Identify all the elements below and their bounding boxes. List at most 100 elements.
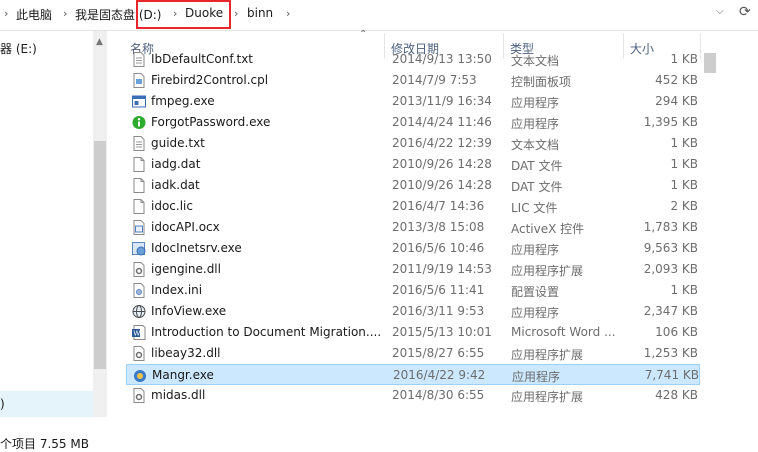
- file-row[interactable]: ForgotPassword.exe 2014/4/24 11:46 应用程序 1,3…: [126, 112, 700, 133]
- file-type: LIC 文件: [511, 201, 558, 215]
- breadcrumb-item-binn[interactable]: binn: [247, 6, 273, 20]
- file-type: ActiveX 控件: [511, 222, 585, 236]
- file-date-modified: 2013/11/9 16:34: [392, 94, 492, 108]
- file-row[interactable]: midas.dll 2014/8/30 6:55 应用程序扩展 428 KB: [126, 385, 700, 406]
- file-size: 1 KB: [670, 136, 698, 150]
- info-green-icon: [132, 115, 146, 130]
- ini-settings-icon: [132, 283, 146, 298]
- file-name: iadg.dat: [151, 157, 201, 171]
- text-file-icon: [132, 52, 146, 67]
- globe-app-icon: [132, 304, 146, 319]
- mangr-app-icon: [133, 368, 147, 383]
- file-size: 1,783 KB: [643, 220, 698, 234]
- file-row[interactable]: libeay32.dll 2015/8/27 6:55 应用程序扩展 1,253 KB: [126, 343, 700, 364]
- file-size: 7,741 KB: [644, 368, 699, 382]
- blank-file-icon: [132, 178, 146, 193]
- file-row[interactable]: idoc.lic 2016/4/7 14:36 LIC 文件 2 KB: [126, 196, 700, 217]
- file-name: guide.txt: [151, 136, 205, 150]
- file-date-modified: 2014/9/13 13:50: [392, 52, 492, 66]
- file-size: 452 KB: [655, 73, 698, 87]
- file-name: Introduction to Document Migration....: [151, 325, 382, 339]
- file-name: Mangr.exe: [152, 368, 214, 382]
- navigation-pane: 器 (E:) ) 个项目 7.55 MB: [0, 31, 93, 451]
- file-date-modified: 2016/3/11 9:53: [392, 304, 485, 318]
- file-type: 应用程序: [511, 96, 560, 110]
- file-row[interactable]: IdocInetsrv.exe 2016/5/6 10:46 应用程序 9,563 K…: [126, 238, 700, 259]
- file-type: 应用程序扩展: [511, 390, 584, 404]
- file-type: 控制面板项: [511, 75, 572, 89]
- nav-item-drive-e[interactable]: 器 (E:): [0, 40, 37, 57]
- activex-icon: [132, 220, 146, 235]
- file-type: 文本文档: [511, 138, 560, 152]
- breadcrumb-item-this-pc[interactable]: 此电脑: [16, 6, 52, 23]
- file-name: ForgotPassword.exe: [151, 115, 271, 129]
- chevron-right-icon[interactable]: ›: [286, 7, 290, 20]
- chevron-right-icon[interactable]: ›: [63, 7, 67, 20]
- file-row[interactable]: Index.ini 2016/5/6 11:41 配置设置 1 KB: [126, 280, 700, 301]
- file-date-modified: 2011/9/19 14:53: [392, 262, 492, 276]
- status-bar-text: 个项目 7.55 MB: [0, 437, 89, 451]
- file-date-modified: 2015/5/13 10:01: [392, 325, 492, 339]
- control-panel-icon: [132, 73, 146, 88]
- file-type: 应用程序: [512, 370, 561, 384]
- blank-file-icon: [132, 199, 146, 214]
- file-name: midas.dll: [151, 388, 206, 402]
- file-name: idoc.lic: [151, 199, 193, 213]
- address-bar[interactable]: › 此电脑 › 我是固态盘 (D:) › Duoke › binn › ⌵ ⟳: [0, 0, 758, 31]
- file-name: igengine.dll: [151, 262, 221, 276]
- file-name: Index.ini: [151, 283, 203, 297]
- nav-scrollbar[interactable]: ▲: [93, 31, 107, 417]
- file-row[interactable]: InfoView.exe 2016/3/11 9:53 应用程序 2,347 KB: [126, 301, 700, 322]
- file-type: 配置设置: [511, 285, 560, 299]
- dll-gear-icon: [132, 262, 146, 277]
- service-app-icon: [132, 241, 146, 256]
- file-row[interactable]: iadk.dat 2010/9/26 14:28 DAT 文件 1 KB: [126, 175, 700, 196]
- file-list-scrollbar-thumb[interactable]: [704, 53, 716, 73]
- svg-text:W: W: [134, 331, 141, 338]
- file-size: 9,563 KB: [643, 241, 698, 255]
- file-type: 应用程序: [511, 117, 560, 131]
- file-name: libeay32.dll: [151, 346, 221, 360]
- file-type: 文本文档: [511, 54, 560, 68]
- file-date-modified: 2015/8/27 6:55: [392, 346, 485, 360]
- dll-gear-icon: [132, 346, 146, 361]
- scroll-up-icon[interactable]: ▲: [96, 37, 103, 47]
- sort-up-icon: ⌃: [359, 29, 368, 40]
- nav-item-selected[interactable]: ): [0, 391, 93, 417]
- file-size: 428 KB: [655, 388, 698, 402]
- file-size: 1,253 KB: [643, 346, 698, 360]
- blank-file-icon: [132, 157, 146, 172]
- file-type: DAT 文件: [511, 180, 563, 194]
- file-row[interactable]: iadg.dat 2010/9/26 14:28 DAT 文件 1 KB: [126, 154, 700, 175]
- file-date-modified: 2010/9/26 14:28: [392, 157, 492, 171]
- file-row[interactable]: idocAPI.ocx 2013/3/8 15:08 ActiveX 控件 1,783…: [126, 217, 700, 238]
- file-row[interactable]: Mangr.exe 2016/4/22 9:42 应用程序 7,741 KB: [126, 364, 700, 385]
- nav-scrollbar-thumb[interactable]: [94, 141, 106, 369]
- file-list: IbDefaultConf.txt 2014/9/13 13:50 文本文档 1 KB…: [108, 52, 702, 417]
- word-document-icon: W: [132, 325, 146, 340]
- chevron-down-icon[interactable]: ⌵: [716, 6, 730, 22]
- file-list-scrollbar[interactable]: [703, 31, 717, 417]
- file-type: 应用程序扩展: [511, 264, 584, 278]
- app-window-icon: [132, 94, 146, 109]
- file-size: 1,395 KB: [643, 115, 698, 129]
- file-date-modified: 2016/5/6 10:46: [392, 241, 485, 255]
- file-type: DAT 文件: [511, 159, 563, 173]
- refresh-icon[interactable]: ⟳: [739, 4, 757, 24]
- file-row[interactable]: IbDefaultConf.txt 2014/9/13 13:50 文本文档 1 KB: [126, 52, 700, 70]
- file-row[interactable]: Firebird2Control.cpl 2014/7/9 7:53 控制面板项 45…: [126, 70, 700, 91]
- file-date-modified: 2010/9/26 14:28: [392, 178, 492, 192]
- file-size: 2,347 KB: [643, 304, 698, 318]
- file-name: InfoView.exe: [151, 304, 227, 318]
- file-row[interactable]: igengine.dll 2011/9/19 14:53 应用程序扩展 2,093 K…: [126, 259, 700, 280]
- file-name: iadk.dat: [151, 178, 200, 192]
- file-name: IbDefaultConf.txt: [151, 52, 254, 66]
- file-size: 2,093 KB: [643, 262, 698, 276]
- chevron-right-icon[interactable]: ›: [234, 7, 238, 20]
- file-row[interactable]: fmpeg.exe 2013/11/9 16:34 应用程序 294 KB: [126, 91, 700, 112]
- file-row[interactable]: guide.txt 2016/4/22 12:39 文本文档 1 KB: [126, 133, 700, 154]
- highlight-annotation-box: [136, 0, 231, 29]
- file-row[interactable]: W Introduction to Document Migration.... 2…: [126, 322, 700, 343]
- chevron-right-icon[interactable]: ›: [4, 7, 8, 20]
- file-type: 应用程序: [511, 306, 560, 320]
